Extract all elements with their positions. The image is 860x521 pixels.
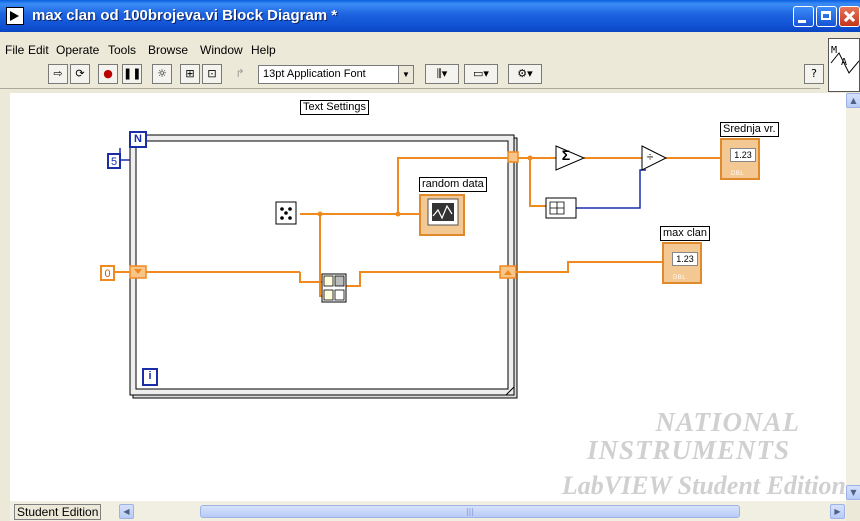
iteration-label: i [148, 370, 152, 382]
max-clan-value: 1.23 [672, 252, 698, 266]
max-clan-label[interactable]: max clan [660, 226, 711, 241]
diagram-wires [115, 131, 720, 516]
srednja-label[interactable]: Srednja vr. [720, 122, 779, 137]
scroll-right-icon[interactable]: ▶ [830, 504, 845, 519]
for-loop[interactable] [129, 134, 518, 399]
waveform-chart-icon[interactable] [419, 194, 465, 236]
scroll-down-icon[interactable]: ▼ [846, 485, 860, 500]
text-settings-label[interactable]: Text Settings [300, 100, 369, 115]
scroll-thumb[interactable]: ||| [200, 505, 740, 518]
max-clan-indicator[interactable]: 1.23 DBL [662, 242, 702, 284]
auto-index-tunnel[interactable] [507, 151, 519, 163]
srednja-value: 1.23 [730, 148, 756, 162]
srednja-type: DBL [731, 171, 745, 177]
student-edition-label: Student Edition [14, 504, 102, 520]
loop-count-constant[interactable]: 5 [107, 153, 121, 169]
vertical-scrollbar[interactable]: ▲ ▼ [846, 93, 860, 501]
scroll-up-icon[interactable]: ▲ [846, 93, 860, 108]
random-data-label[interactable]: random data [419, 177, 487, 192]
loop-count-label: N [134, 133, 142, 145]
scroll-left-icon[interactable]: ◀ [119, 504, 134, 519]
init-constant[interactable]: 0 [100, 265, 115, 281]
srednja-indicator[interactable]: 1.23 DBL [720, 138, 760, 180]
max-min-icon[interactable] [321, 273, 347, 303]
sum-symbol: Σ [561, 147, 571, 163]
random-number-icon[interactable] [275, 201, 297, 225]
divide-symbol: ÷ [646, 150, 654, 164]
max-clan-type: DBL [673, 275, 687, 281]
array-size-icon[interactable] [545, 197, 577, 219]
